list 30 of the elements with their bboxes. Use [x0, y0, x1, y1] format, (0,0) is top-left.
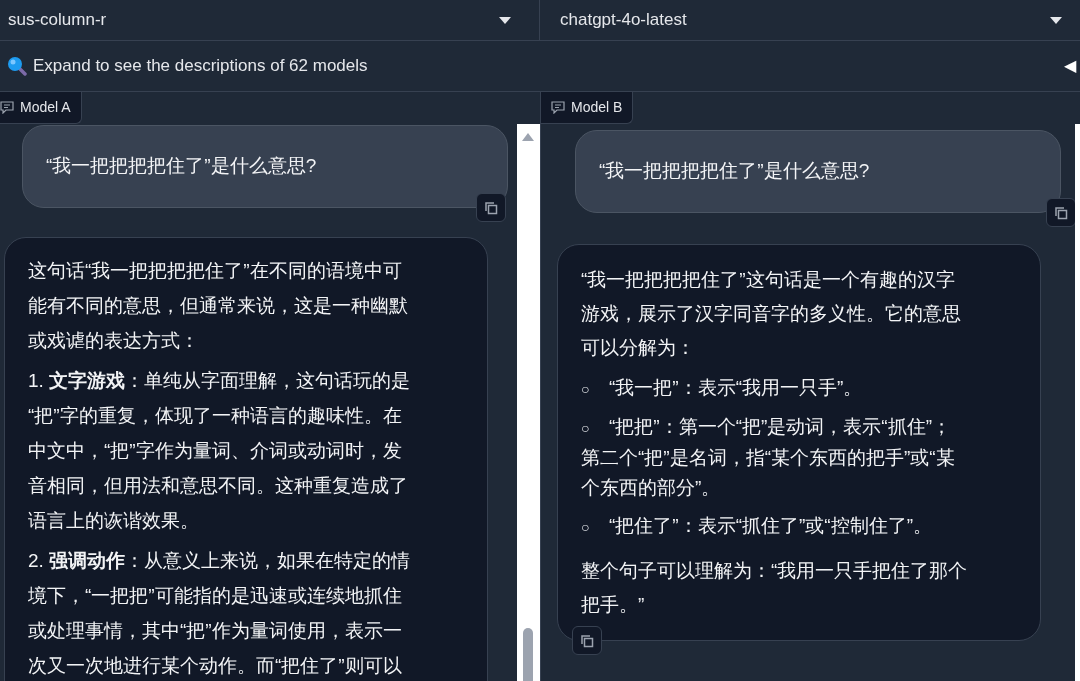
copy-button[interactable] — [476, 193, 506, 222]
message-paragraph: “我一把把把把住了”这句话是一个有趣的汉字 游戏，展示了汉字同音字的多义性。它的意思 可以分解为： — [581, 268, 962, 360]
list-item: ○ “我一把”：表示“我用一只手”。 — [581, 376, 864, 400]
copy-button[interactable] — [572, 626, 602, 655]
copy-icon — [1053, 204, 1069, 221]
copy-icon — [483, 199, 499, 216]
list-item: ○ “把把”：第一个“把”是动词，表示“抓住”； 第二个“把”是名词，指“某个东西的把手”或“某 个东西的部分”。 — [581, 415, 956, 500]
message-paragraph: 1. 文字游戏：单纯从字面理解，这句话玩的是 “把”字的重复，体现了一种语言的趣味性。在 中文中，“把”字作为量词、介词或动词时，发 音相同，但用法和意思不同。这种重复造成了 语言上的诙谐效果。 — [28, 369, 412, 533]
model-label: Model A — [0, 92, 82, 124]
scrollbar[interactable] — [517, 124, 540, 681]
copy-icon — [579, 632, 595, 649]
expand-descriptions-link[interactable]: Expand to see the descriptions of 62 models — [33, 53, 1064, 79]
dropdown-caret-icon — [1050, 16, 1062, 24]
magnifier-icon — [7, 56, 27, 76]
chat-icon — [0, 101, 14, 114]
message-paragraph: 这句话“我一把把把把住了”在不同的语境中可 能有不同的意思，但通常来说，这是一种幽默 或戏谑的表达方式： — [28, 259, 409, 353]
model-dropdown[interactable]: chatgpt-4o-latest — [540, 0, 1080, 40]
list-item: ○ “把住了”：表示“抓住了”或“控制住了”。 — [581, 514, 933, 538]
chat-icon — [551, 101, 565, 114]
message-paragraph: 整个句子可以理解为：“我用一只手把住了那个 把手。” — [581, 559, 969, 617]
message-paragraph: “我一把把把把住了”是什么意思? — [599, 159, 871, 183]
model-dropdown[interactable]: sus-column-r — [0, 0, 540, 40]
collapse-marker[interactable]: ◀ — [1064, 54, 1076, 78]
copy-button[interactable] — [1046, 198, 1075, 227]
scroll-up-arrow-icon — [522, 133, 534, 141]
scrollbar[interactable] — [1075, 124, 1080, 681]
dropdown-caret-icon — [499, 16, 511, 24]
model-label: Model B — [541, 92, 634, 124]
message-paragraph: “我一把把把把住了”是什么意思? — [46, 154, 318, 178]
message-paragraph: 2. 强调动作：从意义上来说，如果在特定的情 境下，“一把把”可能指的是迅速或连续地抓住 或处理事情，其中“把”作为量词使用，表示一 次又一次地进行某个动作。而“把住了”则可以 — [28, 549, 412, 678]
